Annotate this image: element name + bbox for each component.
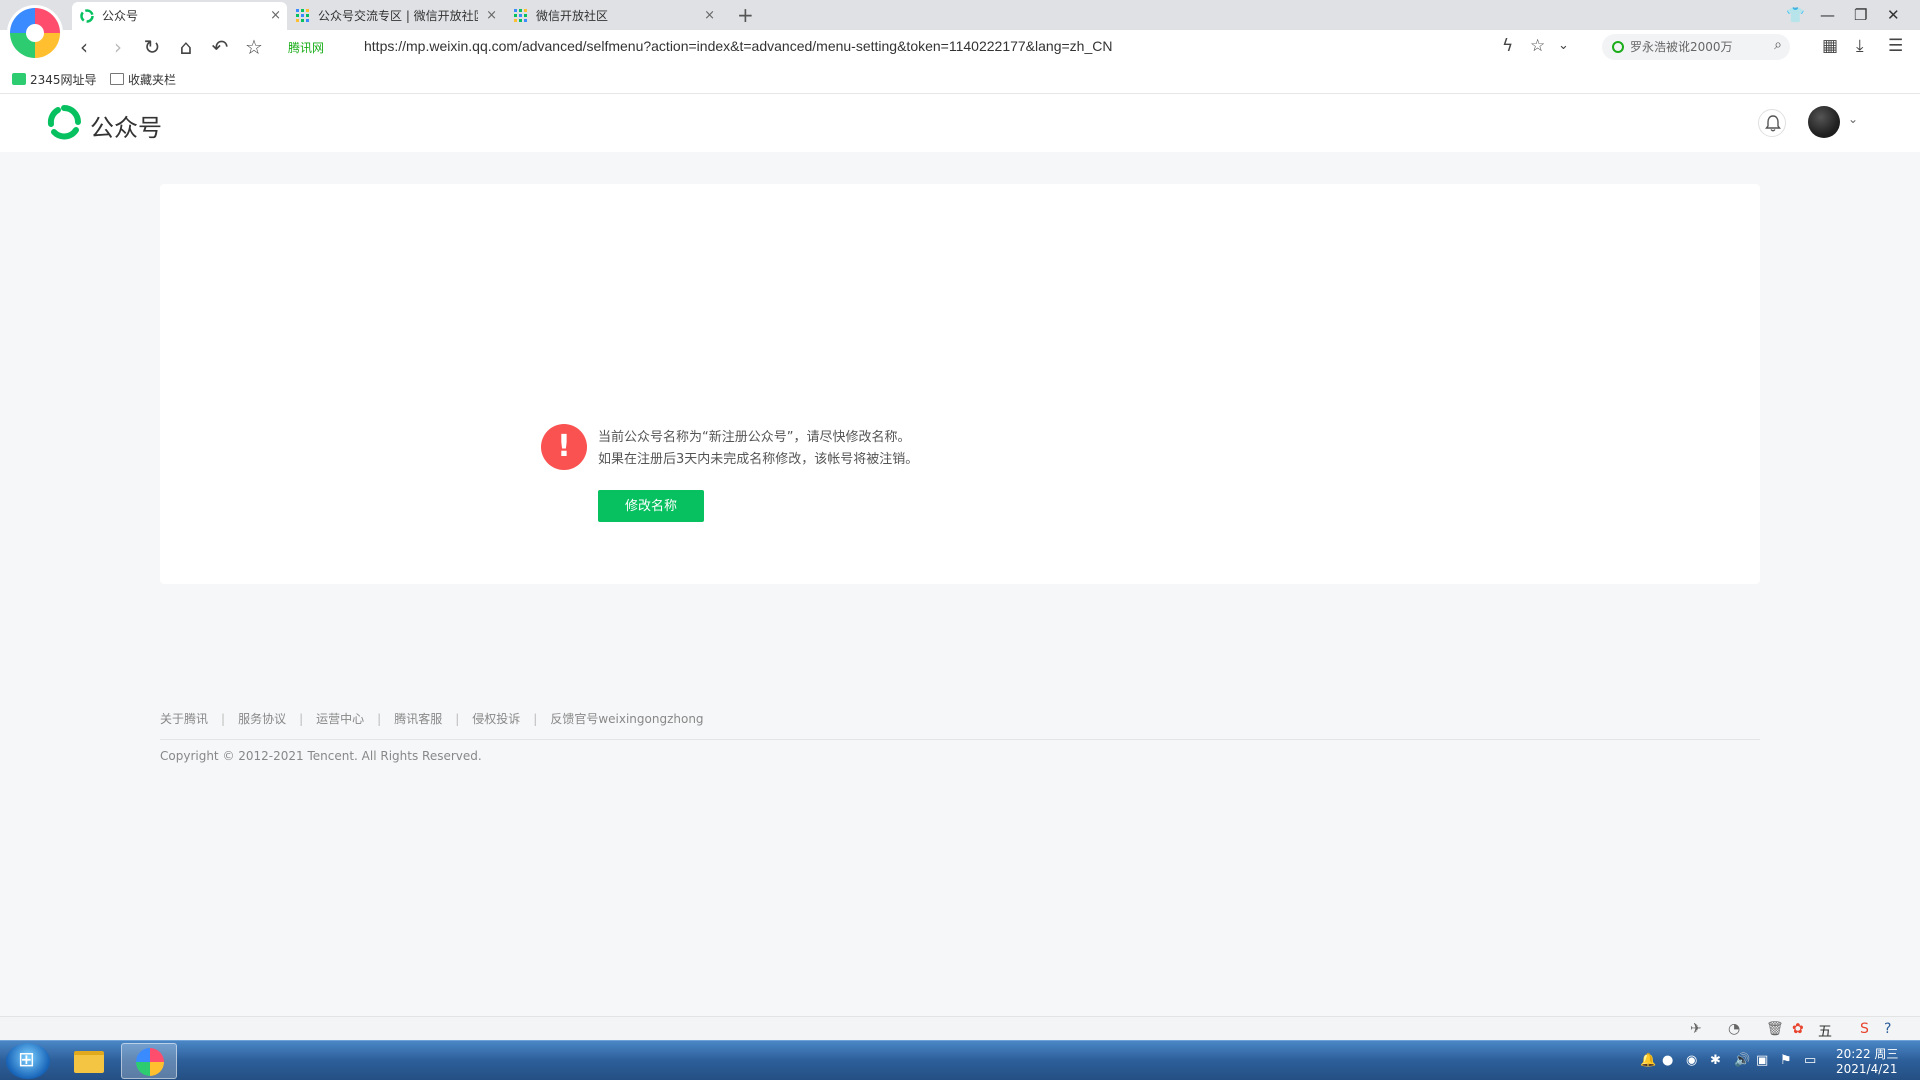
browser-chrome: 公众号 × 公众号交流专区 | 微信开放社区 × 微信开放社区 × + 👕 — …	[0, 0, 1920, 94]
browser-status-bar: ✈ ◔ 🗑 ✿ 五 S ?	[0, 1016, 1920, 1040]
footer-link-about[interactable]: 关于腾讯	[160, 712, 208, 726]
bookmarks-bar: 2345网址导 收藏夹栏	[0, 64, 1920, 94]
speed-icon[interactable]: ◔	[1728, 1021, 1740, 1037]
search-placeholder: 罗永浩被讹2000万	[1630, 40, 1733, 54]
close-icon[interactable]: ×	[704, 2, 715, 30]
copyright-text: Copyright © 2012-2021 Tencent. All Right…	[160, 749, 482, 763]
tray-app-icon[interactable]: ●	[1662, 1053, 1673, 1068]
notification-button[interactable]	[1758, 109, 1786, 137]
footer-separator: |	[299, 712, 304, 726]
new-tab-button[interactable]: +	[737, 3, 754, 27]
lightning-icon[interactable]: ϟ	[1502, 36, 1513, 56]
chevron-down-icon[interactable]: ⌄	[1848, 112, 1858, 126]
restore-button[interactable]: ❐	[1854, 5, 1867, 25]
bookmark-star-icon[interactable]: ☆	[242, 35, 266, 59]
ime-indicator[interactable]: 五	[1818, 1021, 1832, 1041]
footer-link-support[interactable]: 腾讯客服	[394, 712, 442, 726]
os-taskbar: 🔔 ● ◉ ✱ 🔊 ▣ ⚑ ▭ 20:22 周三 2021/4/21	[0, 1040, 1920, 1080]
taskbar-browser[interactable]	[121, 1043, 177, 1079]
footer-separator: |	[221, 712, 226, 726]
tab-gongzhonghao[interactable]: 公众号 ×	[72, 2, 287, 30]
footer-link-terms[interactable]: 服务协议	[238, 712, 286, 726]
chevron-down-icon[interactable]: ⌄	[1558, 38, 1569, 53]
clock-date[interactable]: 2021/4/21	[1836, 1062, 1898, 1076]
tab-community-zone[interactable]: 公众号交流专区 | 微信开放社区 ×	[288, 2, 503, 30]
close-icon[interactable]: ×	[486, 2, 497, 30]
download-icon[interactable]: ⤓	[1856, 36, 1864, 56]
bookmark-folder[interactable]: 收藏夹栏	[110, 71, 176, 88]
secure-badge: 腾讯网	[288, 41, 325, 55]
grid-icon	[296, 9, 309, 22]
home-icon	[12, 73, 26, 85]
menu-icon[interactable]: ☰	[1888, 36, 1903, 56]
avatar[interactable]	[1808, 106, 1840, 138]
site-title: 公众号	[90, 114, 162, 142]
wechat-mp-logo-icon	[47, 105, 81, 140]
footer-separator: |	[377, 712, 382, 726]
network-icon[interactable]: ▭	[1804, 1053, 1816, 1068]
rocket-icon[interactable]: ✈	[1690, 1021, 1702, 1037]
favorite-icon[interactable]: ☆	[1530, 36, 1545, 56]
taskbar-explorer[interactable]	[60, 1043, 116, 1079]
browser-icon	[136, 1048, 164, 1076]
clock-time[interactable]: 20:22 周三	[1836, 1045, 1898, 1062]
footer-link-feedback[interactable]: 反馈官号weixingongzhong	[550, 712, 703, 726]
browser-toolbar: ‹ › ↻ ⌂ ↶ ☆ 腾讯网 https://mp.weixin.qq.com…	[0, 30, 1920, 64]
tab-label: 微信开放社区	[536, 9, 609, 23]
footer-separator: |	[533, 712, 538, 726]
flag-icon[interactable]: ⚑	[1780, 1053, 1792, 1068]
tab-strip: 公众号 × 公众号交流专区 | 微信开放社区 × 微信开放社区 × + 👕 — …	[0, 0, 1920, 30]
grid-icon	[514, 9, 527, 22]
footer-divider	[160, 739, 1760, 740]
rename-account-button[interactable]: 修改名称	[598, 490, 704, 522]
search-engine-icon	[1612, 41, 1624, 53]
help-icon[interactable]: ?	[1884, 1021, 1891, 1037]
qq-icon[interactable]: ◉	[1686, 1053, 1697, 1068]
search-input[interactable]: 罗永浩被讹2000万 ⌕	[1602, 34, 1790, 60]
paw-icon[interactable]: ✿	[1792, 1021, 1804, 1037]
notice-text-line2: 如果在注册后3天内未完成名称修改，该帐号将被注销。	[598, 452, 919, 467]
notification-tray-icon[interactable]: 🔔	[1640, 1053, 1656, 1068]
footer-separator: |	[455, 712, 460, 726]
back-icon[interactable]: ‹	[72, 35, 96, 59]
bluetooth-icon[interactable]: ✱	[1710, 1053, 1721, 1068]
browser-logo[interactable]	[10, 8, 60, 58]
home-icon[interactable]: ⌂	[174, 35, 198, 59]
bookmark-2345[interactable]: 2345网址导	[12, 71, 97, 88]
folder-icon	[74, 1051, 104, 1073]
url-text[interactable]: https://mp.weixin.qq.com/advanced/selfme…	[364, 38, 1112, 54]
close-icon[interactable]: ×	[270, 2, 281, 30]
wechat-mp-icon	[80, 9, 94, 23]
sogou-icon[interactable]: S	[1860, 1021, 1869, 1037]
site-header: 公众号 ⌄	[0, 94, 1920, 152]
close-window-button[interactable]: ✕	[1887, 5, 1900, 25]
notice-card: ! 当前公众号名称为“新注册公众号”，请尽快修改名称。 如果在注册后3天内未完成…	[160, 184, 1760, 584]
reload-icon[interactable]: ↻	[140, 35, 164, 59]
notice-text-line1: 当前公众号名称为“新注册公众号”，请尽快修改名称。	[598, 430, 911, 445]
bell-icon	[1765, 115, 1781, 132]
start-button[interactable]	[6, 1043, 50, 1079]
footer-links: 关于腾讯 | 服务协议 | 运营中心 | 腾讯客服 | 侵权投诉 | 反馈官号weixingongz…	[160, 710, 704, 730]
folder-icon	[110, 73, 124, 85]
forward-icon[interactable]: ›	[106, 35, 130, 59]
volume-icon[interactable]: 🔊	[1734, 1053, 1750, 1068]
undo-close-icon[interactable]: ↶	[208, 35, 232, 59]
trash-icon[interactable]: 🗑	[1766, 1021, 1784, 1037]
security-icon[interactable]: ▣	[1756, 1053, 1768, 1068]
tab-label: 公众号	[102, 9, 139, 23]
exclamation-icon: !	[541, 424, 587, 470]
tab-label: 公众号交流专区 | 微信开放社区	[318, 9, 478, 23]
skin-icon[interactable]: 👕	[1786, 5, 1805, 25]
footer-link-infringement[interactable]: 侵权投诉	[472, 712, 520, 726]
search-icon[interactable]: ⌕	[1774, 37, 1782, 53]
address-bar[interactable]: 腾讯网 https://mp.weixin.qq.com/advanced/se…	[284, 35, 1584, 59]
footer-link-operations[interactable]: 运营中心	[316, 712, 364, 726]
minimize-button[interactable]: —	[1820, 5, 1835, 25]
tab-open-community[interactable]: 微信开放社区 ×	[506, 2, 721, 30]
apps-icon[interactable]: ▦	[1822, 36, 1838, 56]
